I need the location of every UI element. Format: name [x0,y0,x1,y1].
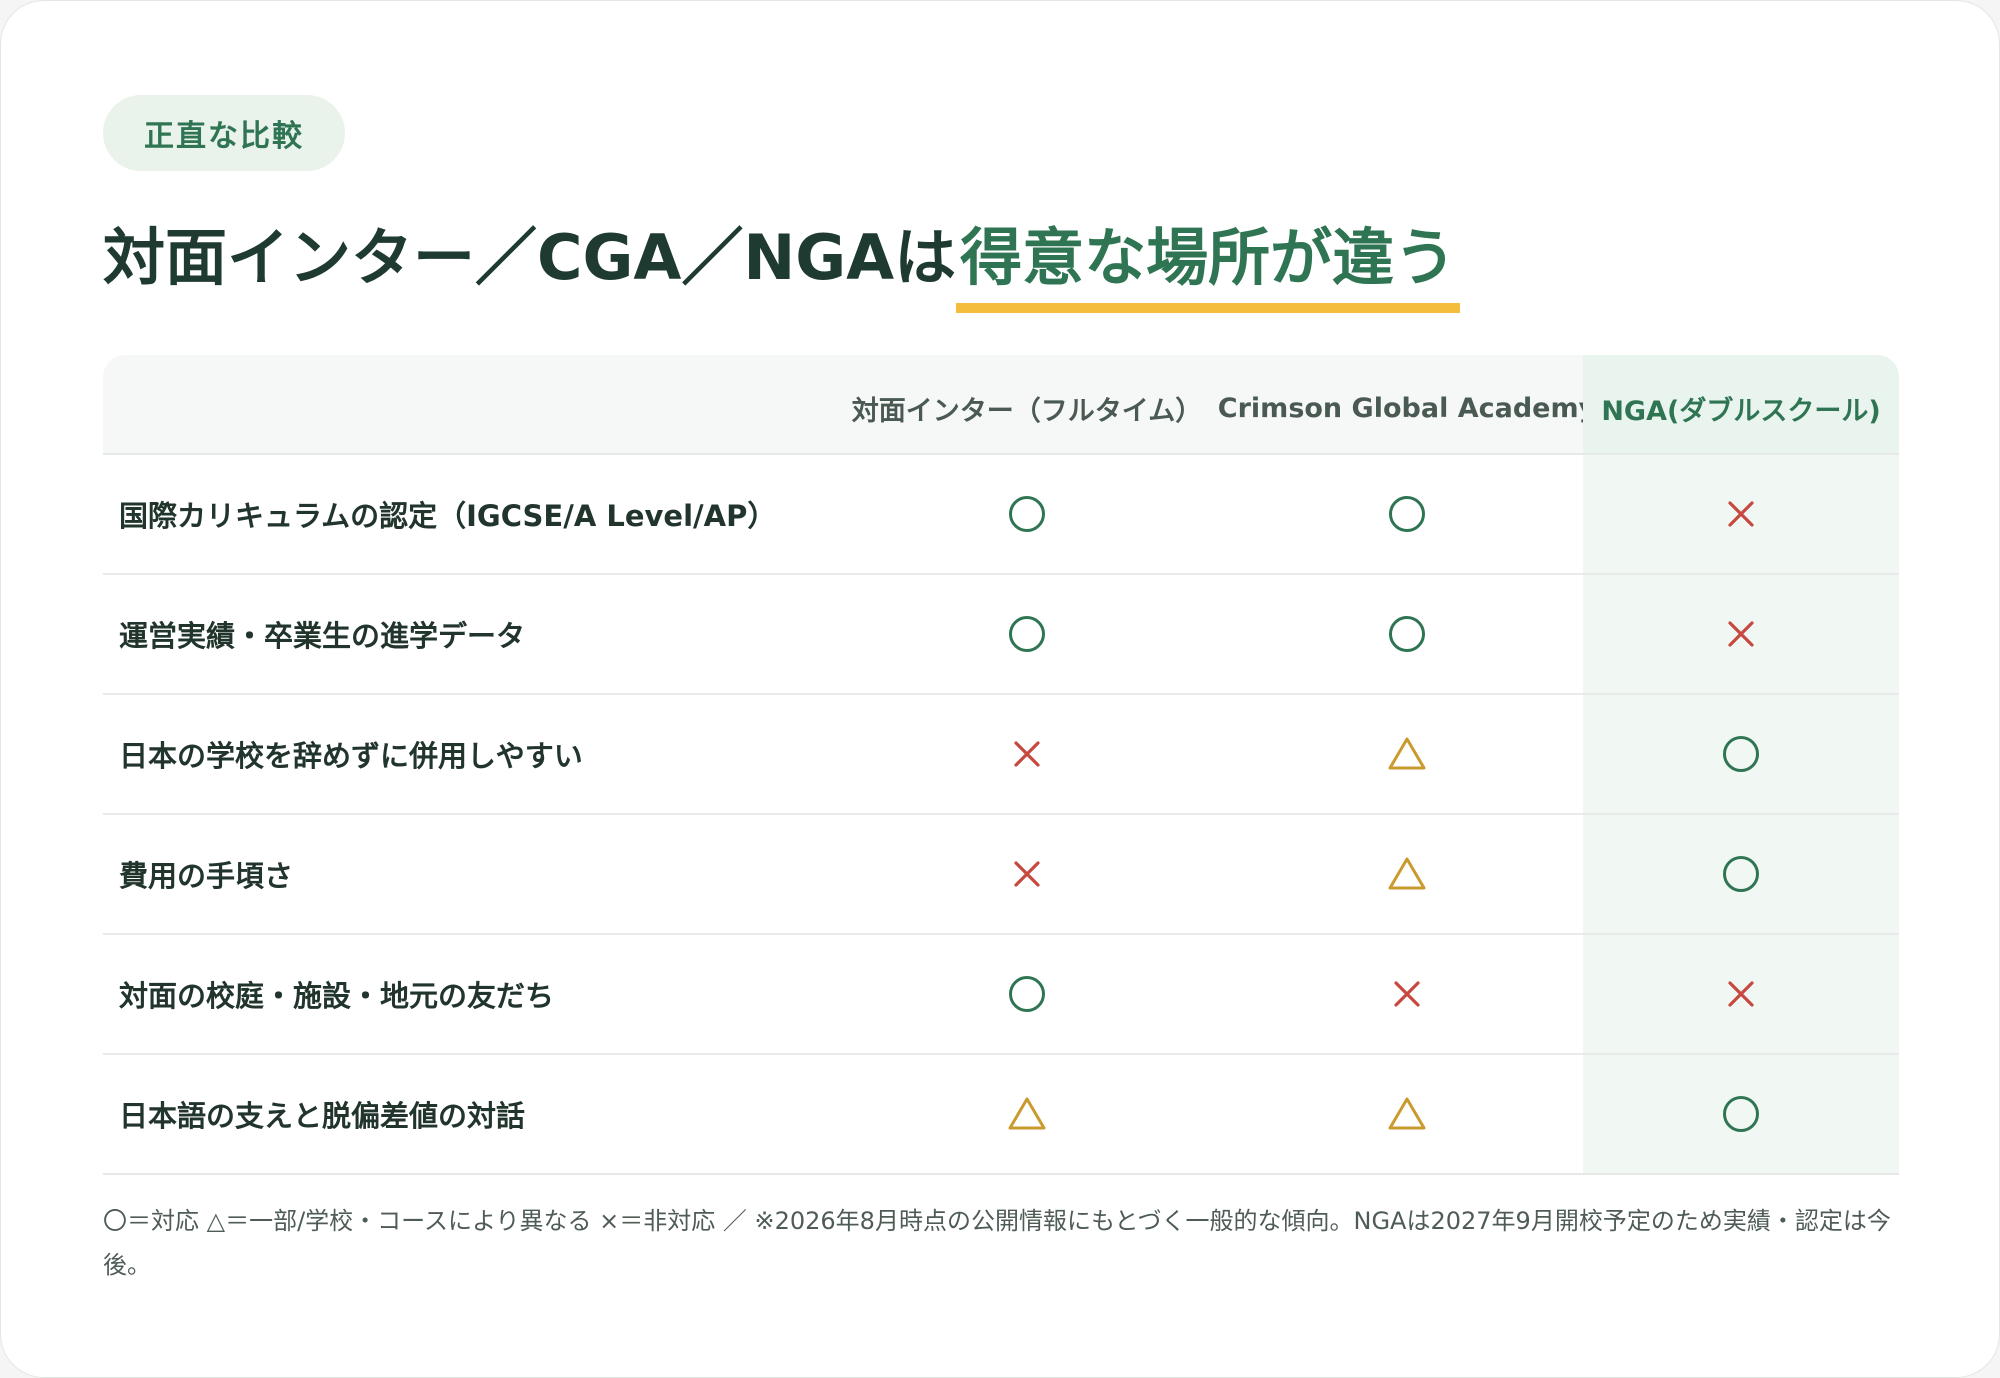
header-empty-cell [103,355,823,453]
row-label: 費用の手頃さ [119,859,294,893]
mark-cell [1231,1055,1583,1173]
mark-cell [1583,935,1899,1053]
mark-cell [823,695,1231,813]
mark-cell [1231,815,1583,933]
page-title: 対面インター／CGA／NGAは 得意な場所が違う [103,207,1461,313]
triangle-mark-icon [1388,1097,1426,1130]
mark-cell [1231,455,1583,573]
cross-mark-icon [1728,501,1754,527]
mark-cell [823,1055,1231,1173]
mark-cell [1583,695,1899,813]
cross-mark-icon [1728,981,1754,1007]
table-row: 日本の学校を辞めずに併用しやすい [103,695,1899,815]
row-label: 運営実績・卒業生の進学データ [119,619,526,653]
mark-cell [1231,695,1583,813]
legend-footnote: 〇＝対応 △＝一部/学校・コースにより異なる ×＝非対応 ／ ※2026年8月時… [103,1207,1891,1279]
comparison-table: 対面インター（フルタイム） Crimson Global Academy NGA… [103,355,1899,1175]
mark-cell [1583,575,1899,693]
header-crimson-global-academy: Crimson Global Academy [1218,355,1596,453]
table-row: 日本語の支えと脱偏差値の対話 [103,1055,1899,1175]
mark-cell [1583,455,1899,573]
mark-cell [823,935,1231,1053]
mark-cell [1583,1055,1899,1173]
circle-mark-icon [1009,496,1045,532]
circle-mark-icon [1009,616,1045,652]
mark-cell [823,815,1231,933]
title-plain: 対面インター／CGA／NGAは [103,221,957,294]
table-row: 運営実績・卒業生の進学データ [103,575,1899,695]
row-label: 対面の校庭・施設・地元の友だち [119,979,555,1013]
header-in-person-international: 対面インター（フルタイム） [823,355,1231,453]
row-label: 日本の学校を辞めずに併用しやすい [119,739,583,773]
mark-cell [1231,575,1583,693]
mark-cell [1583,815,1899,933]
cross-mark-icon [1728,621,1754,647]
row-label: 国際カリキュラムの認定（IGCSE/A Level/AP） [119,499,777,533]
mark-cell [823,455,1231,573]
circle-mark-icon [1389,496,1425,532]
mark-cell [1231,935,1583,1053]
cross-mark-icon [1014,741,1040,767]
table-row: 費用の手頃さ [103,815,1899,935]
title-accent: 得意な場所が違う [956,207,1461,313]
header-label: NGA(ダブルスクール) [1601,395,1881,427]
cross-mark-icon [1014,861,1040,887]
section-badge: 正直な比較 [103,95,345,171]
triangle-mark-icon [1008,1097,1046,1130]
circle-mark-icon [1009,976,1045,1012]
circle-mark-icon [1723,856,1759,892]
comparison-card: 正直な比較 対面インター／CGA／NGAは 得意な場所が違う 対面インター（フルタ… [0,0,2000,1378]
header-nga: NGA(ダブルスクール) [1583,355,1899,453]
triangle-mark-icon [1388,737,1426,770]
circle-mark-icon [1723,736,1759,772]
mark-cell [823,575,1231,693]
circle-mark-icon [1389,616,1425,652]
triangle-mark-icon [1388,857,1426,890]
table-header-row: 対面インター（フルタイム） Crimson Global Academy NGA… [103,355,1899,455]
table-row: 国際カリキュラムの認定（IGCSE/A Level/AP） [103,455,1899,575]
table-row: 対面の校庭・施設・地元の友だち [103,935,1899,1055]
row-label: 日本語の支えと脱偏差値の対話 [119,1099,526,1133]
cross-mark-icon [1394,981,1420,1007]
circle-mark-icon [1723,1096,1759,1132]
header-label: Crimson Global Academy [1217,392,1597,424]
header-label: 対面インター（フルタイム） [851,395,1203,427]
